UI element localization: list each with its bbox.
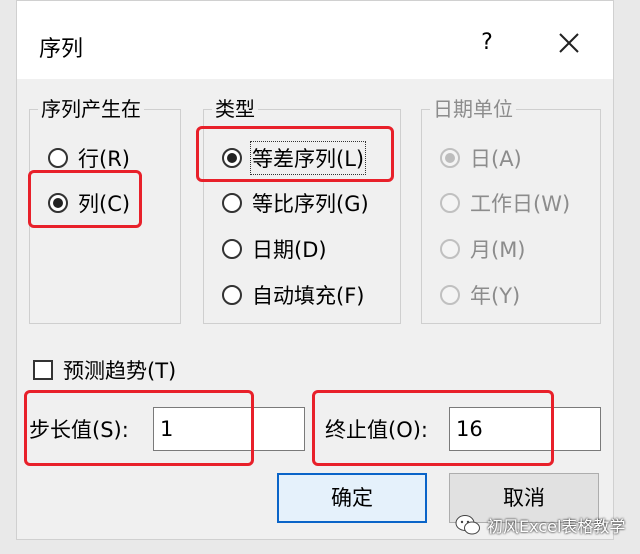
radio-growth[interactable]: 等比序列(G)	[222, 188, 369, 218]
trend-label: 预测趋势(T)	[63, 359, 177, 383]
series-in-title: 序列产生在	[38, 96, 144, 122]
radio-month[interactable]: 月(M)	[440, 234, 526, 264]
type-title: 类型	[212, 96, 258, 122]
watermark-text: 初风Excel表格教学	[487, 517, 626, 536]
radio-weekday-button[interactable]	[440, 193, 460, 213]
series-in-group: 序列产生在 行(R) 列(C)	[29, 96, 181, 324]
help-button[interactable]: ?	[469, 25, 505, 61]
close-icon	[559, 33, 579, 53]
radio-date-button[interactable]	[222, 239, 242, 259]
radio-growth-button[interactable]	[222, 193, 242, 213]
title-bar: 序列 ?	[17, 1, 613, 79]
date-unit-group: 日期单位 日(A) 工作日(W) 月(M) 年(Y)	[421, 96, 601, 324]
radio-year-label: 年(Y)	[470, 284, 521, 308]
radio-day-label: 日(A)	[470, 147, 522, 171]
stop-input[interactable]: 16	[449, 407, 601, 451]
radio-year-button[interactable]	[440, 285, 460, 305]
radio-linear-button[interactable]	[222, 148, 242, 168]
wechat-icon	[455, 515, 480, 535]
radio-weekday-label: 工作日(W)	[470, 192, 571, 216]
radio-rows-button[interactable]	[48, 148, 68, 168]
radio-autofill[interactable]: 自动填充(F)	[222, 280, 364, 310]
radio-month-label: 月(M)	[470, 238, 526, 262]
series-dialog: 序列 ? 序列产生在 行(R) 列(C) 类型 等差序列(L) 等比序列(G)	[16, 0, 614, 540]
radio-linear[interactable]: 等差序列(L)	[222, 141, 367, 175]
watermark: 初风Excel表格教学	[455, 510, 625, 540]
stop-label: 终止值(O):	[325, 418, 428, 442]
trend-checkbox[interactable]	[33, 360, 53, 380]
dialog-title: 序列	[39, 37, 84, 62]
radio-rows[interactable]: 行(R)	[48, 143, 130, 173]
radio-day-button[interactable]	[440, 148, 460, 168]
radio-columns-label: 列(C)	[78, 192, 131, 216]
radio-columns-button[interactable]	[48, 193, 68, 213]
radio-columns[interactable]: 列(C)	[48, 188, 130, 218]
trend-checkbox-row[interactable]: 预测趋势(T)	[33, 355, 176, 385]
radio-day[interactable]: 日(A)	[440, 143, 522, 173]
radio-linear-label: 等差序列(L)	[249, 141, 367, 175]
radio-date-label: 日期(D)	[252, 238, 327, 262]
ok-button[interactable]: 确定	[277, 473, 427, 523]
radio-autofill-button[interactable]	[222, 285, 242, 305]
radio-weekday[interactable]: 工作日(W)	[440, 188, 570, 218]
radio-growth-label: 等比序列(G)	[252, 192, 369, 216]
radio-month-button[interactable]	[440, 239, 460, 259]
radio-autofill-label: 自动填充(F)	[252, 284, 365, 308]
radio-date[interactable]: 日期(D)	[222, 234, 327, 264]
close-button[interactable]	[553, 27, 585, 59]
date-unit-title: 日期单位	[430, 96, 516, 122]
radio-rows-label: 行(R)	[78, 147, 130, 171]
step-input[interactable]: 1	[153, 407, 305, 451]
radio-year[interactable]: 年(Y)	[440, 280, 520, 310]
step-label: 步长值(S):	[29, 418, 129, 442]
type-group: 类型 等差序列(L) 等比序列(G) 日期(D) 自动填充(F)	[203, 96, 401, 324]
